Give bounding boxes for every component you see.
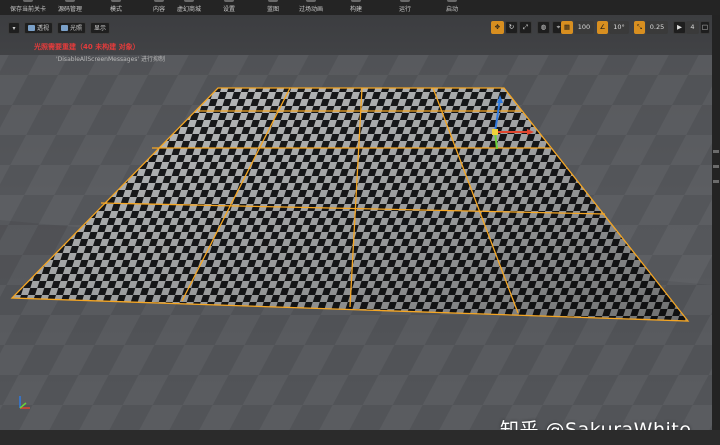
modes-button[interactable]: 模式 [101, 0, 131, 15]
rotation-snap-value[interactable]: 10° [609, 21, 629, 34]
editor-toolbar: 保存当前关卡 源码管理 模式 内容 虚幻商城 设置 蓝图 过场动画 构建 运行 … [0, 0, 720, 16]
blueprints-button[interactable]: 蓝图 [258, 0, 288, 15]
disable-messages-hint: 'DisableAllScreenMessages' 进行抑制 [56, 56, 165, 63]
modes-label: 模式 [109, 6, 122, 13]
launch-button[interactable]: 启动 [437, 0, 467, 15]
blueprint-icon [268, 0, 278, 2]
show-button[interactable]: 显示 [90, 22, 111, 34]
panel-tab-marker [713, 165, 719, 168]
save-current-level-button[interactable]: 保存当前关卡 [4, 0, 52, 15]
play-label: 运行 [398, 6, 411, 13]
viewport-options-dropdown[interactable]: ▾ [8, 22, 20, 34]
settings-label: 设置 [222, 6, 235, 13]
content-label: 内容 [152, 6, 165, 13]
rotate-icon: ↻ [508, 23, 515, 31]
scale-snap-value[interactable]: 0.25 [646, 21, 668, 34]
rotate-tool-button[interactable]: ↻ [505, 21, 518, 34]
translate-tool-button[interactable]: ✥ [491, 21, 504, 34]
perspective-icon [28, 25, 35, 31]
viewport-scene [0, 15, 712, 430]
angle-icon: ∠ [599, 23, 606, 31]
play-icon [400, 0, 410, 2]
camera-speed-value[interactable]: 4 [686, 21, 699, 34]
marketplace-button[interactable]: 虚幻商城 [172, 0, 206, 15]
maximize-viewport-button[interactable]: □ [700, 21, 710, 34]
scale-snap-icon: ⤡ [636, 23, 643, 31]
scale-icon: ⤢ [522, 23, 529, 31]
right-panel-edge [712, 15, 720, 430]
show-label: 显示 [94, 25, 107, 32]
marketplace-label: 虚幻商城 [176, 6, 201, 13]
grid-icon: ▦ [563, 23, 571, 31]
source-control-icon [65, 0, 75, 2]
panel-tab-marker [713, 150, 719, 153]
chevron-down-icon: ▾ [12, 25, 16, 32]
build-label: 构建 [349, 6, 362, 13]
lit-mode-label: 光照 [70, 25, 83, 32]
save-current-level-label: 保存当前关卡 [9, 6, 46, 13]
move-icon: ✥ [494, 23, 501, 31]
camera-icon: ▶ [677, 23, 682, 31]
grid-snap-value[interactable]: 100 [574, 21, 594, 34]
lighting-rebuild-warning: 光照需要重建（40 未构建 对象） [34, 43, 140, 51]
source-control-button[interactable]: 源码管理 [55, 0, 85, 15]
bottom-panel-edge [0, 430, 720, 445]
rotation-snap-toggle[interactable]: ∠ [597, 21, 608, 34]
gear-icon [224, 0, 234, 2]
level-viewport[interactable]: ▾ 透视 光照 显示 光照需要重建（40 未构建 对象） 'DisableAll… [0, 15, 712, 430]
globe-icon: ◍ [540, 23, 547, 31]
launch-icon [447, 0, 457, 2]
cinematics-button[interactable]: 过场动画 [294, 0, 328, 15]
source-control-label: 源码管理 [57, 6, 82, 13]
launch-label: 启动 [445, 6, 458, 13]
lit-mode-button[interactable]: 光照 [57, 22, 87, 34]
surface-snap-icon: ⌖ [556, 23, 561, 31]
grid-snap-toggle[interactable]: ▦ [561, 21, 573, 34]
content-button[interactable]: 内容 [144, 0, 174, 15]
maximize-icon: □ [701, 23, 709, 31]
build-icon [351, 0, 361, 2]
build-button[interactable]: 构建 [341, 0, 371, 15]
perspective-button[interactable]: 透视 [24, 22, 54, 34]
content-icon [154, 0, 164, 2]
modes-icon [111, 0, 121, 2]
cinematics-icon [306, 0, 316, 2]
blueprints-label: 蓝图 [266, 6, 279, 13]
coordinate-system-button[interactable]: ◍ [537, 21, 550, 34]
save-icon [23, 0, 33, 2]
panel-tab-marker [713, 180, 719, 183]
perspective-label: 透视 [37, 25, 50, 32]
marketplace-icon [184, 0, 194, 2]
watermark: 知乎 @SakuraWhite [500, 419, 692, 430]
cinematics-label: 过场动画 [298, 6, 323, 13]
scale-snap-toggle[interactable]: ⤡ [634, 21, 645, 34]
lit-sphere-icon [61, 25, 68, 31]
camera-speed-button[interactable]: ▶ [673, 21, 686, 34]
settings-button[interactable]: 设置 [214, 0, 244, 15]
scale-tool-button[interactable]: ⤢ [519, 21, 532, 34]
play-button[interactable]: 运行 [390, 0, 420, 15]
